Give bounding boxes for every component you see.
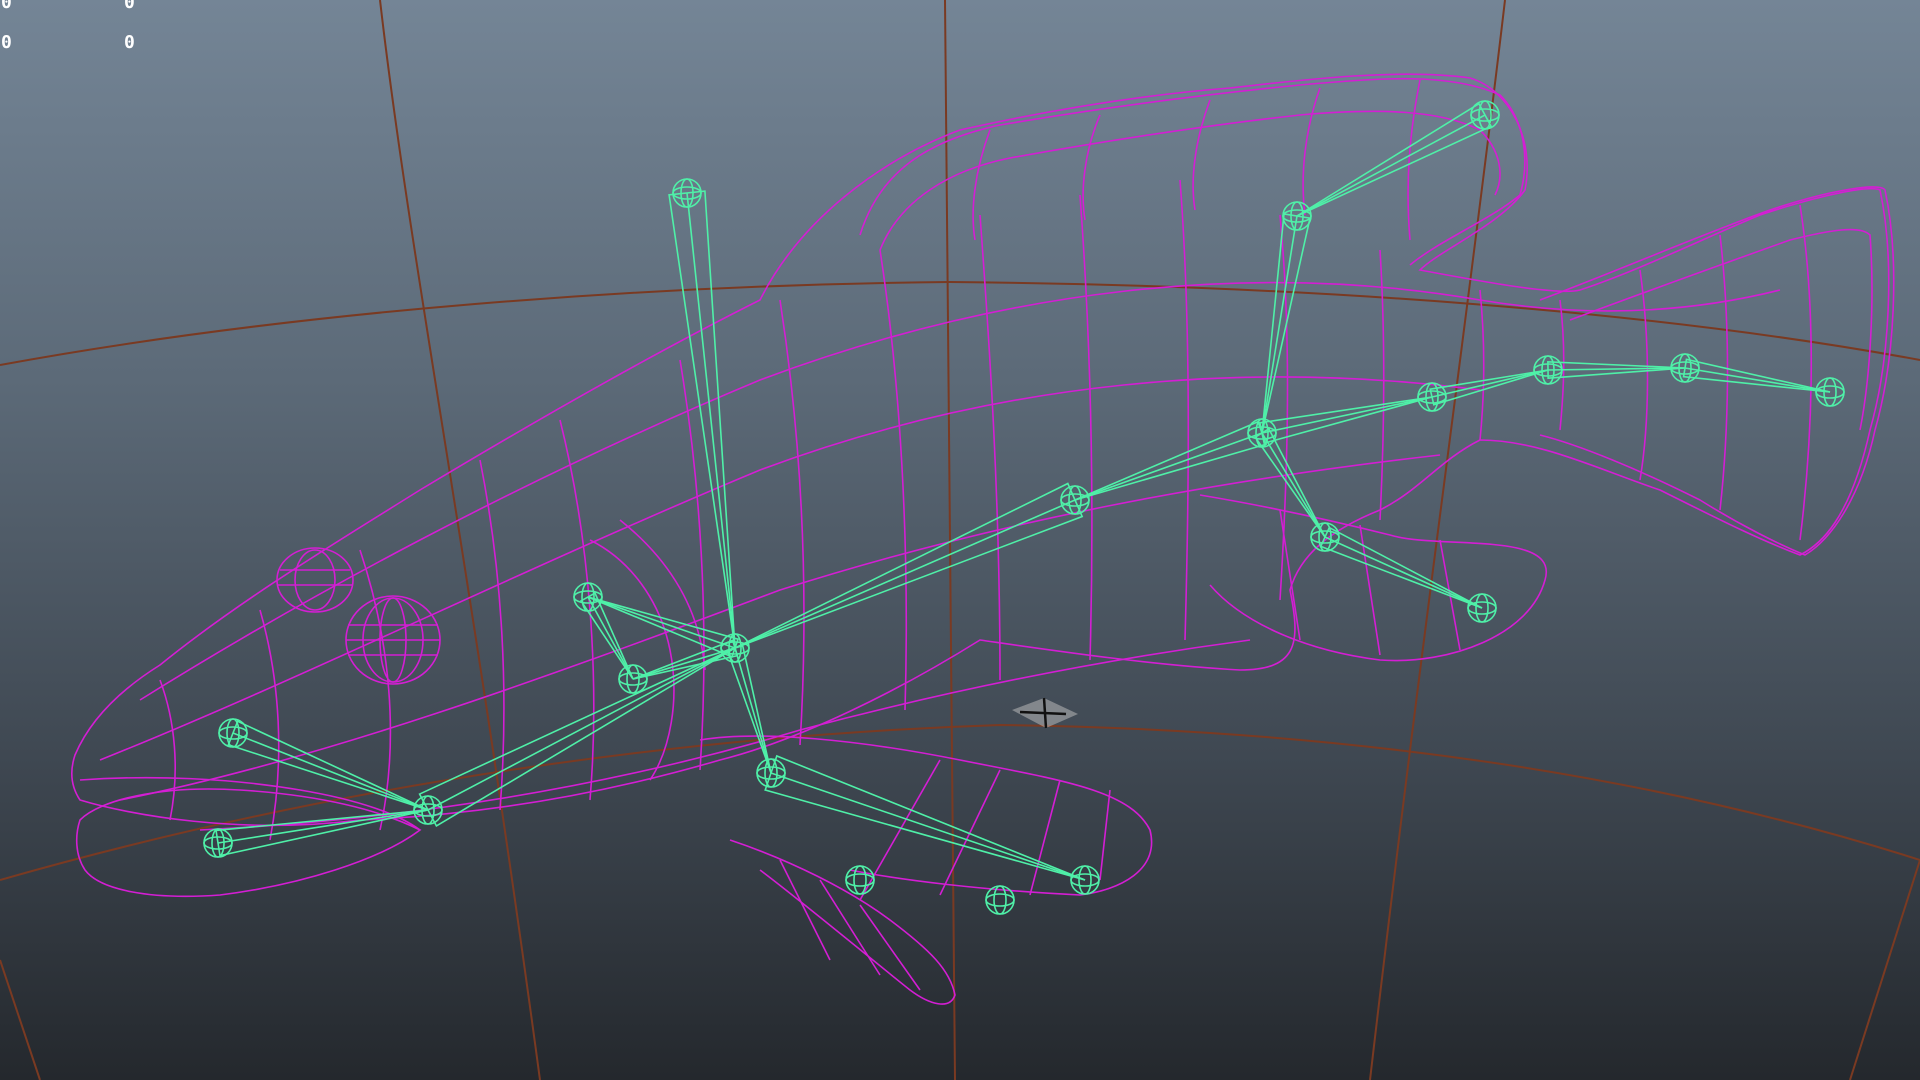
hud-value: 0 [124,32,135,53]
bone[interactable] [1429,369,1549,406]
mesh-dorsal-rib-2 [1082,114,1101,221]
fish-joint-skeleton[interactable] [203,100,1845,915]
joint[interactable] [845,865,875,895]
mesh-head-rib-3 [359,549,392,831]
nostril-mesh [276,547,354,613]
mesh-rib-9 [1279,214,1289,601]
bone[interactable] [1261,212,1311,434]
mesh-dorsal-fin [859,77,1526,266]
grid-line-h-near [0,723,1920,881]
mesh-rib-3 [679,359,705,771]
mesh-rib-15 [1799,204,1813,541]
grid-line-v1 [379,0,541,1080]
bone-axis [1261,215,1298,434]
mesh-anal-rib-3 [859,904,921,991]
hud-value: 0 [124,0,135,13]
mesh-head-rib-2 [259,609,280,841]
mesh-lateral-1 [139,281,1781,701]
bone-axis [232,732,429,811]
hud-value: 0 [1,0,12,13]
bone[interactable] [418,647,736,828]
bone[interactable] [1258,396,1433,445]
mesh-rib-4 [779,299,805,746]
bone-axis [1431,369,1549,398]
mesh-anal-fin [729,839,956,1005]
mesh-pelvic-fin [1199,494,1548,662]
grid-line-edge-left [0,959,41,1080]
hud-readout: 0 0 0 0 [0,0,180,60]
bone[interactable] [1682,358,1831,393]
mesh-gill-plate-2 [619,519,706,671]
mesh-dorsal-rib-4 [1302,87,1321,216]
mesh-gill-plate [589,539,675,781]
mesh-rib-8 [1179,179,1190,641]
bone-axis [686,192,736,649]
joint-ring [845,873,875,887]
mesh-rib-7 [1079,194,1093,661]
origin-manipulator-icon[interactable] [1012,697,1078,729]
mesh-rib-11 [1479,289,1485,441]
bone-axis [427,647,736,811]
bone-axis [587,596,736,649]
mesh-dorsal-rib-3 [1192,99,1211,211]
mesh-body-outline [70,73,1890,827]
bone-axis [1324,536,1483,609]
hud-value: 0 [1,32,12,53]
mesh-rib-5 [879,249,908,711]
mesh-dorsal-rib-1 [972,129,991,241]
mesh-rib-13 [1639,269,1649,481]
mesh-pectoral-rib-4 [1099,789,1111,881]
bone-axis [1074,432,1263,501]
fish-wireframe-mesh[interactable] [70,73,1895,1005]
grid-line-edge-right [1849,859,1920,1080]
bone[interactable] [227,720,429,811]
bone-axis [1261,432,1326,538]
joint-ring [853,865,867,895]
bone-axis [770,772,1086,881]
ground-grid [0,0,1920,1080]
bone[interactable] [1319,526,1483,609]
mesh-lateral-2 [99,376,1481,761]
mesh-tail-fin [1539,186,1895,556]
mesh-rib-10 [1379,249,1385,521]
bone-axis [1684,367,1831,393]
bone[interactable] [215,809,429,857]
bone[interactable] [1074,420,1268,501]
mesh-head-rib-1 [159,679,176,821]
grid-line-h-far [0,280,1920,366]
mesh-pelvic-rib-1 [1279,509,1301,641]
bone-axis [1296,114,1486,217]
mesh-lateral-3 [119,454,1441,801]
mesh-pectoral-rib-2 [939,769,1001,896]
bone[interactable] [1296,102,1493,217]
mesh-rib-6 [979,214,1001,681]
perspective-viewport[interactable]: 0 0 0 0 [0,0,1920,1080]
mesh-pectoral-rib-3 [1029,779,1061,896]
scene-canvas[interactable] [0,0,1920,1080]
grid-line-v3 [1369,0,1506,1080]
bone[interactable] [726,644,772,774]
bone[interactable] [764,754,1086,881]
mesh-rib-14 [1719,234,1729,511]
mesh-lower-jaw [75,788,422,898]
nostril-mesh-inner [294,549,336,611]
mesh-anal-rib-1 [779,859,831,961]
joint-ring [985,893,1015,907]
bone[interactable] [734,482,1084,649]
